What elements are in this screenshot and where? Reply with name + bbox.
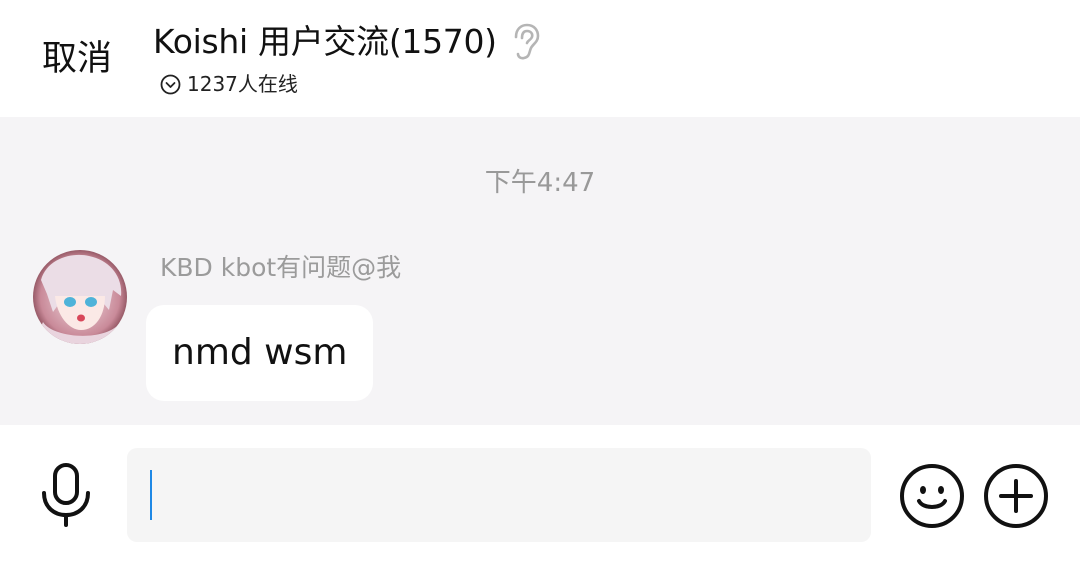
message-input[interactable] <box>127 448 871 542</box>
chevron-down-circle-icon <box>160 74 181 95</box>
emoji-icon[interactable] <box>899 463 965 529</box>
online-status[interactable]: 1237人在线 <box>160 70 298 98</box>
group-title: Koishi 用户交流(1570) <box>153 22 497 61</box>
online-count: 1237人在线 <box>187 72 298 96</box>
ear-icon[interactable] <box>511 23 541 61</box>
input-bar <box>0 425 1080 565</box>
plus-circle-icon[interactable] <box>983 463 1049 529</box>
avatar[interactable] <box>33 250 127 344</box>
group-title-row[interactable]: Koishi 用户交流(1570) <box>153 20 541 64</box>
microphone-icon[interactable] <box>38 463 94 527</box>
chat-header: 取消 Koishi 用户交流(1570) 1237人在线 <box>0 0 1080 117</box>
cancel-button[interactable]: 取消 <box>42 37 112 81</box>
sender-name[interactable]: KBD kbot有问题@我 <box>160 251 401 285</box>
message-timestamp: 下午4:47 <box>484 168 596 198</box>
text-caret <box>150 470 152 520</box>
message-bubble[interactable]: nmd wsm <box>146 305 374 401</box>
message-text: nmd wsm <box>172 332 348 373</box>
message-list[interactable]: 下午4:47 KBD kbot有问题@我 nmd wsm <box>0 117 1080 425</box>
